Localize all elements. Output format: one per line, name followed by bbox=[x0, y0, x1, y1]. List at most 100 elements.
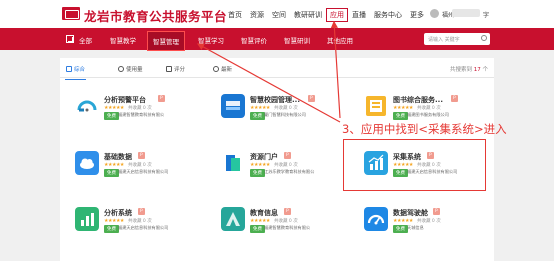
nav-live[interactable]: 直播 bbox=[348, 10, 370, 22]
collect-count: 共收藏 0 次 bbox=[274, 106, 298, 111]
category-smart-research[interactable]: 智慧研训 bbox=[284, 35, 310, 45]
tab-label: 评分 bbox=[174, 67, 186, 73]
tab-rating[interactable]: 评分 bbox=[166, 65, 185, 73]
grid-icon bbox=[66, 66, 72, 72]
category-all[interactable]: 全部 bbox=[79, 35, 92, 45]
collection-system-highlight bbox=[343, 139, 486, 191]
nav-service-center[interactable]: 服务中心 bbox=[370, 10, 406, 22]
category-smart-evaluation[interactable]: 智慧评价 bbox=[241, 35, 267, 45]
nav-home[interactable]: 首页 bbox=[224, 10, 246, 22]
free-tag: 免费 bbox=[250, 169, 265, 177]
collect-count: 共收藏 0 次 bbox=[417, 219, 441, 224]
analysis-chart-icon bbox=[75, 207, 99, 231]
nav-space[interactable]: 空间 bbox=[268, 10, 290, 22]
vendor-name: 厦门智慧科技有限公司 bbox=[264, 112, 306, 117]
collect-count: 共收藏 0 次 bbox=[274, 163, 298, 168]
collect-count: 共收藏 0 次 bbox=[274, 219, 298, 224]
app-card-data-cockpit[interactable]: 数据驾驶舱 P ★★★★★ 共收藏 0 次 免费 天城信息 bbox=[364, 207, 484, 251]
all-grid-icon[interactable] bbox=[66, 35, 74, 43]
site-title[interactable]: 龙岩市教育公共服务平台 bbox=[84, 6, 227, 25]
vendor-name: 福建图书服务有限公司 bbox=[407, 112, 449, 117]
tab-usage[interactable]: 使用量 bbox=[118, 65, 143, 73]
gear-icon bbox=[118, 66, 124, 72]
xinyuan-logo-icon bbox=[221, 94, 245, 118]
tab-label: 综合 bbox=[74, 67, 86, 73]
top-header: 龙岩市教育公共服务平台 首页 资源 空间 教研研训 应用 直播 服务中心 更多 … bbox=[0, 0, 554, 28]
category-other-apps[interactable]: 其他应用 bbox=[327, 35, 353, 45]
main-nav: 首页 资源 空间 教研研训 应用 直播 服务中心 更多 bbox=[224, 8, 428, 22]
dashboard-gauge-icon bbox=[364, 207, 388, 231]
tab-comprehensive[interactable]: 综合 bbox=[64, 65, 87, 80]
vendor-name: 江苏乐教学教育科技有限公 bbox=[264, 169, 315, 174]
app-card-smart-campus[interactable]: 智慧校园管理... P ★★★★★ 共收藏 0 次 免费 厦门智慧科技有限公司 bbox=[221, 94, 341, 138]
portal-icon bbox=[221, 151, 245, 175]
user-name-redacted bbox=[452, 9, 480, 17]
app-name: 资源门户 bbox=[250, 153, 278, 161]
free-tag: 免费 bbox=[250, 112, 265, 120]
vendor-name: 天城信息 bbox=[407, 225, 424, 230]
vendor-name: 福建天启信息科技有限公司 bbox=[118, 169, 169, 174]
app-name: 图书综合服务... bbox=[393, 96, 443, 104]
user-name-suffix: 字 bbox=[483, 12, 490, 19]
education-info-icon bbox=[221, 207, 245, 231]
rating-stars: ★★★★★ bbox=[104, 105, 124, 111]
vendor-name: 福建天启信息科技有限公司 bbox=[118, 225, 169, 230]
vendor-name: 福建智慧教育科技有限公 bbox=[264, 225, 311, 230]
app-name: 智慧校园管理... bbox=[250, 96, 300, 104]
library-icon bbox=[364, 94, 388, 118]
collect-count: 共收藏 0 次 bbox=[128, 219, 152, 224]
app-card-resource-portal[interactable]: 资源门户 P ★★★★★ 共收藏 0 次 免费 江苏乐教学教育科技有限公 bbox=[221, 151, 341, 195]
vendor-name: 福建智慧教育科技有限公 bbox=[118, 112, 165, 117]
analysis-warning-icon bbox=[75, 94, 99, 118]
site-logo-icon[interactable] bbox=[62, 7, 80, 20]
rating-stars: ★★★★★ bbox=[393, 105, 413, 111]
platform-badge: P bbox=[284, 208, 291, 215]
platform-badge: P bbox=[138, 152, 145, 159]
platform-badge: P bbox=[308, 95, 315, 102]
free-tag: 免费 bbox=[250, 225, 265, 233]
free-tag: 免费 bbox=[393, 112, 408, 120]
category-nav: 全部 智慧教学 智慧管理 智慧学习 智慧评价 智慧研训 其他应用 请输入 关键字 bbox=[0, 28, 554, 51]
platform-badge: P bbox=[158, 95, 165, 102]
free-tag: 免费 bbox=[104, 112, 119, 120]
app-name: 数据驾驶舱 bbox=[393, 209, 428, 217]
platform-badge: P bbox=[284, 152, 291, 159]
rating-stars: ★★★★★ bbox=[250, 162, 270, 168]
tab-latest[interactable]: 最新 bbox=[213, 65, 232, 73]
free-tag: 免费 bbox=[104, 169, 119, 177]
app-card-basic-data[interactable]: 基础数据 P ★★★★★ 共收藏 0 次 免费 福建天启信息科技有限公司 bbox=[75, 151, 195, 195]
search-input[interactable]: 请输入 关键字 bbox=[424, 33, 490, 45]
nav-teaching-research[interactable]: 教研研训 bbox=[290, 10, 326, 22]
rating-stars: ★★★★★ bbox=[393, 218, 413, 224]
platform-badge: P bbox=[138, 208, 145, 215]
platform-badge: P bbox=[451, 95, 458, 102]
platform-badge: P bbox=[433, 208, 440, 215]
app-card-analysis-system[interactable]: 分析系统 P ★★★★★ 共收藏 0 次 免费 福建天启信息科技有限公司 bbox=[75, 207, 195, 251]
avatar[interactable] bbox=[430, 9, 439, 18]
rating-stars: ★★★★★ bbox=[104, 162, 124, 168]
app-name: 分析系统 bbox=[104, 209, 132, 217]
clock-icon bbox=[213, 66, 219, 72]
tab-label: 最新 bbox=[221, 67, 233, 73]
result-count: 共搜索到 17 个 bbox=[449, 67, 488, 73]
app-card-analysis-warning[interactable]: 分析预警平台 P ★★★★★ 共收藏 0 次 免费 福建智慧教育科技有限公 bbox=[75, 94, 195, 138]
category-smart-teaching[interactable]: 智慧教学 bbox=[110, 35, 136, 45]
app-name: 分析预警平台 bbox=[104, 96, 146, 104]
tab-label: 使用量 bbox=[126, 67, 143, 73]
nav-apps[interactable]: 应用 bbox=[326, 8, 348, 22]
category-smart-learning[interactable]: 智慧学习 bbox=[198, 35, 224, 45]
free-tag: 免费 bbox=[393, 225, 408, 233]
free-tag: 免费 bbox=[104, 225, 119, 233]
chat-icon bbox=[166, 66, 172, 72]
app-card-education-info[interactable]: 教育信息 P ★★★★★ 共收藏 0 次 免费 福建智慧教育科技有限公 bbox=[221, 207, 341, 251]
cloud-icon bbox=[75, 151, 99, 175]
search-placeholder: 请输入 关键字 bbox=[428, 37, 460, 43]
nav-resources[interactable]: 资源 bbox=[246, 10, 268, 22]
search-icon[interactable] bbox=[481, 35, 487, 41]
category-smart-management[interactable]: 智慧管理 bbox=[147, 31, 185, 51]
nav-more[interactable]: 更多 bbox=[406, 10, 428, 22]
app-name: 教育信息 bbox=[250, 209, 278, 217]
rating-stars: ★★★★★ bbox=[104, 218, 124, 224]
collect-count: 共收藏 0 次 bbox=[417, 106, 441, 111]
rating-stars: ★★★★★ bbox=[250, 105, 270, 111]
